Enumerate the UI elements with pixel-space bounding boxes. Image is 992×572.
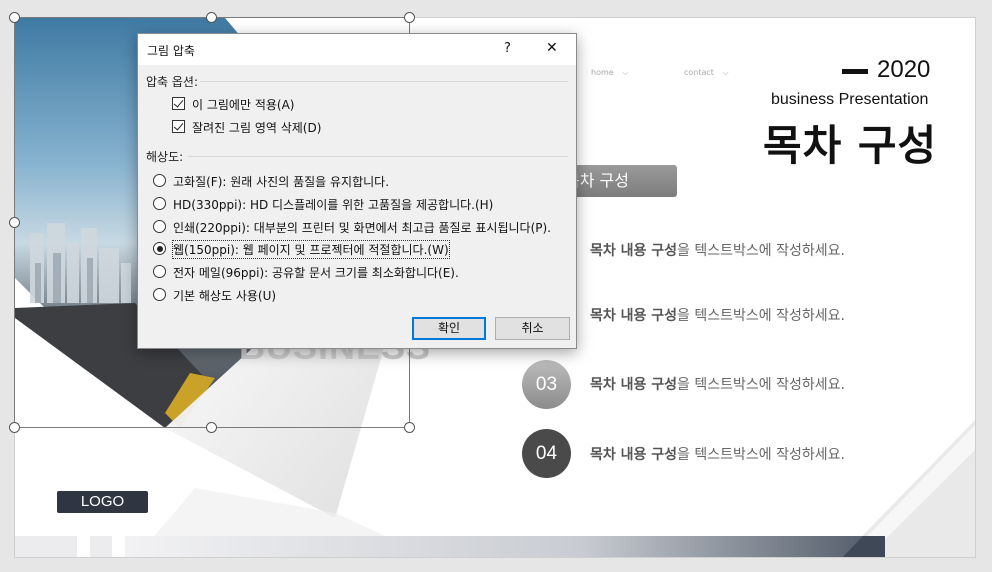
subtitle-text: business Presentation [771,91,929,108]
apply-only-checkbox[interactable] [172,97,185,110]
radio-print[interactable] [153,220,166,233]
year-dash [842,69,868,74]
dialog-titlebar[interactable]: 그림 압축 ? ✕ [138,34,576,65]
slide-title: 목차 구성 [763,121,938,170]
compression-options-label: 압축 옵션: [146,75,199,89]
nav-home[interactable]: home ⌵ [591,68,628,78]
toc-number-badge: 03 [522,360,571,409]
resize-handle[interactable] [206,12,217,23]
close-icon: ✕ [546,40,558,56]
separator [188,156,568,157]
toc-item[interactable]: 목차 내용 구성을 텍스트박스에 작성하세요. [590,374,845,394]
cancel-button[interactable]: 취소 [495,317,570,340]
toc-item-text: 을 텍스트박스에 작성하세요. [677,308,845,324]
logo-box: LOGO [57,491,148,513]
toc-item-bold: 목차 내용 구성 [590,308,678,324]
toc-number-badge: 04 [522,429,571,478]
chevron-down-icon: ⌵ [722,68,729,77]
radio-default-resolution[interactable] [153,288,166,301]
logo-text: LOGO [80,493,125,510]
radio-high-fidelity-label: 고화질(F): 원래 사진의 품질을 유지합니다. [173,175,390,189]
radio-email[interactable] [153,265,166,278]
year-text: 2020 [877,56,931,83]
radio-web[interactable] [153,242,166,255]
toc-item[interactable]: 목차 내용 구성을 텍스트박스에 작성하세요. [590,305,845,325]
ok-button[interactable]: 확인 [412,317,486,340]
radio-hd-label: HD(330ppi): HD 디스플레이를 위한 고품질을 제공합니다.(H) [173,198,494,212]
radio-high-fidelity[interactable] [153,174,166,187]
radio-web-label: 웹(150ppi): 웹 페이지 및 프로젝터에 적절합니다.(W) [172,240,450,259]
compress-pictures-dialog: 그림 압축 ? ✕ 압축 옵션: 이 그림에만 적용(A) 잘려진 그림 영역 … [137,33,577,349]
resize-handle[interactable] [9,422,20,433]
close-button[interactable]: ✕ [546,40,558,56]
help-button[interactable]: ? [504,41,511,56]
nav-home-label: home [591,68,614,77]
powerpoint-canvas: BUSINESS home ⌵ contact ⌵ 2020 business … [0,0,992,572]
radio-hd[interactable] [153,197,166,210]
toc-item[interactable]: 목차 내용 구성을 텍스트박스에 작성하세요. [590,240,845,260]
delete-cropped-checkbox[interactable] [172,120,185,133]
nav-contact[interactable]: contact ⌵ [684,68,729,78]
resize-handle[interactable] [9,217,20,228]
toc-item[interactable]: 목차 내용 구성을 텍스트박스에 작성하세요. [590,444,845,464]
toc-item-bold: 목차 내용 구성 [590,243,678,259]
toc-item-bold: 목차 내용 구성 [590,447,678,463]
resize-handle[interactable] [206,422,217,433]
radio-default-resolution-label: 기본 해상도 사용(U) [173,289,277,303]
radio-email-label: 전자 메일(96ppi): 공유할 문서 크기를 최소화합니다(E). [173,266,459,280]
apply-only-label: 이 그림에만 적용(A) [192,98,295,112]
toc-item-text: 을 텍스트박스에 작성하세요. [677,243,845,259]
radio-print-label: 인쇄(220ppi): 대부분의 프린터 및 화면에서 최고급 품질로 표시됩니… [173,221,551,235]
chevron-down-icon: ⌵ [622,68,629,77]
delete-cropped-label: 잘려진 그림 영역 삭제(D) [192,121,322,135]
toc-item-text: 을 텍스트박스에 작성하세요. [677,447,845,463]
resize-handle[interactable] [404,12,415,23]
nav-contact-label: contact [684,68,714,77]
toc-item-text: 을 텍스트박스에 작성하세요. [677,377,845,393]
separator [200,81,568,82]
resize-handle[interactable] [9,12,20,23]
toc-item-bold: 목차 내용 구성 [590,377,678,393]
resolution-label: 해상도: [146,150,184,164]
dialog-title: 그림 압축 [147,44,195,58]
resize-handle[interactable] [404,422,415,433]
